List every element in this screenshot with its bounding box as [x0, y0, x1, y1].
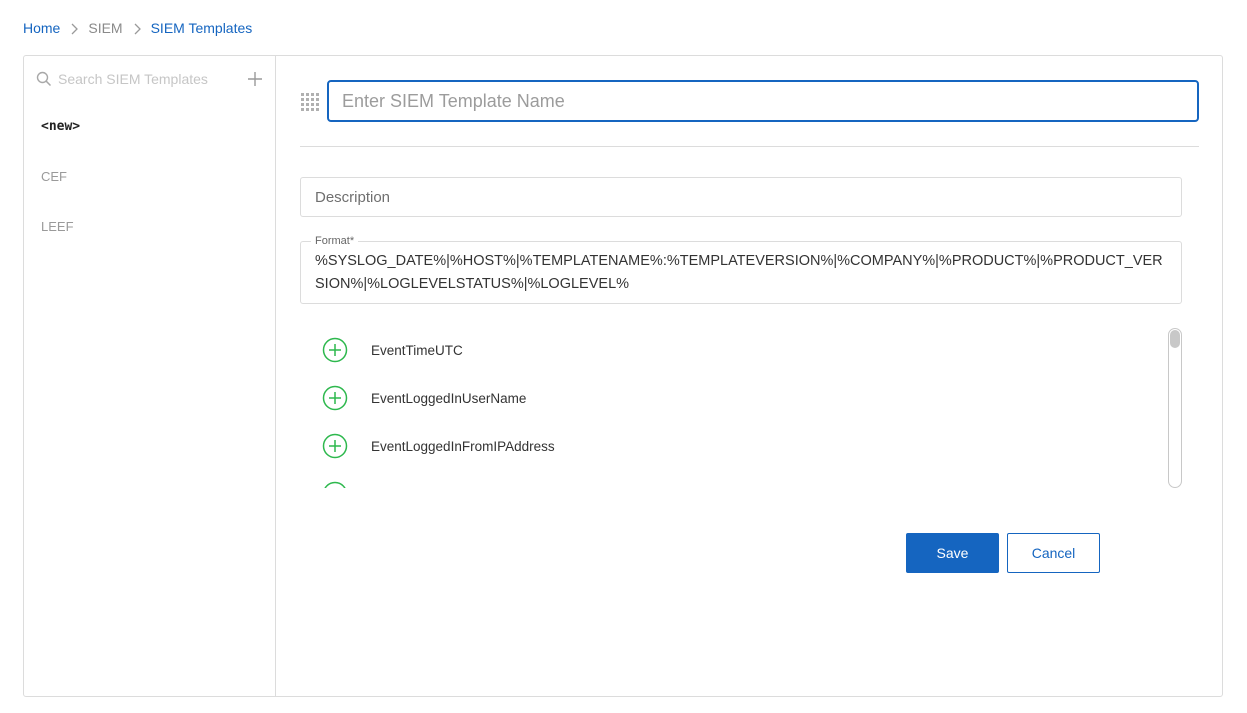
cancel-button[interactable]: Cancel: [1007, 533, 1100, 573]
drag-handle-icon[interactable]: [300, 92, 320, 112]
sidebar-item-leef[interactable]: LEEF: [41, 219, 74, 234]
fields-list: EventTimeUTC EventLoggedInUserName Event…: [300, 328, 1182, 488]
divider: [300, 146, 1199, 147]
scrollbar-thumb[interactable]: [1170, 330, 1180, 348]
chevron-right-icon: [60, 20, 88, 36]
plus-icon[interactable]: [246, 70, 264, 88]
templates-sidebar: <new> CEF LEEF: [24, 56, 276, 696]
templates-panel: <new> CEF LEEF Format* %SYSLOG_DATE%|%HO…: [23, 55, 1223, 697]
save-button[interactable]: Save: [906, 533, 999, 573]
plus-circle-icon[interactable]: [322, 385, 348, 411]
list-item[interactable]: EventTimeUTC: [322, 336, 463, 364]
field-name: EventLoggedInFromIPAddress: [371, 438, 555, 454]
breadcrumb-home[interactable]: Home: [23, 20, 60, 36]
plus-circle-icon[interactable]: [322, 433, 348, 459]
description-input[interactable]: [300, 177, 1182, 217]
search-icon: [36, 71, 52, 87]
breadcrumb: Home SIEM SIEM Templates: [23, 19, 252, 37]
list-item[interactable]: EventLoggedInUserName: [322, 384, 526, 412]
plus-circle-icon[interactable]: [322, 337, 348, 363]
breadcrumb-siem[interactable]: SIEM: [88, 20, 122, 36]
template-editor: Format* %SYSLOG_DATE%|%HOST%|%TEMPLATENA…: [277, 56, 1222, 696]
sidebar-item-new[interactable]: <new>: [41, 119, 80, 134]
format-value[interactable]: %SYSLOG_DATE%|%HOST%|%TEMPLATENAME%:%TEM…: [315, 250, 1171, 296]
format-label: Format*: [311, 234, 359, 248]
sidebar-item-cef[interactable]: CEF: [41, 169, 67, 184]
field-name: EventLoggedInUserName: [371, 390, 527, 406]
search-row: [36, 68, 264, 90]
search-input[interactable]: [58, 71, 238, 87]
fields-scrollbar[interactable]: [1168, 328, 1182, 488]
breadcrumb-current[interactable]: SIEM Templates: [151, 20, 253, 36]
list-item[interactable]: EventLoggedInFromIPAddress: [322, 432, 555, 460]
format-field[interactable]: Format* %SYSLOG_DATE%|%HOST%|%TEMPLATENA…: [300, 234, 1182, 304]
template-name-input[interactable]: [327, 80, 1199, 122]
field-name: EventTimeUTC: [371, 342, 463, 358]
list-item-partial[interactable]: [322, 480, 348, 488]
chevron-right-icon: [123, 20, 151, 36]
plus-circle-icon[interactable]: [322, 481, 348, 488]
